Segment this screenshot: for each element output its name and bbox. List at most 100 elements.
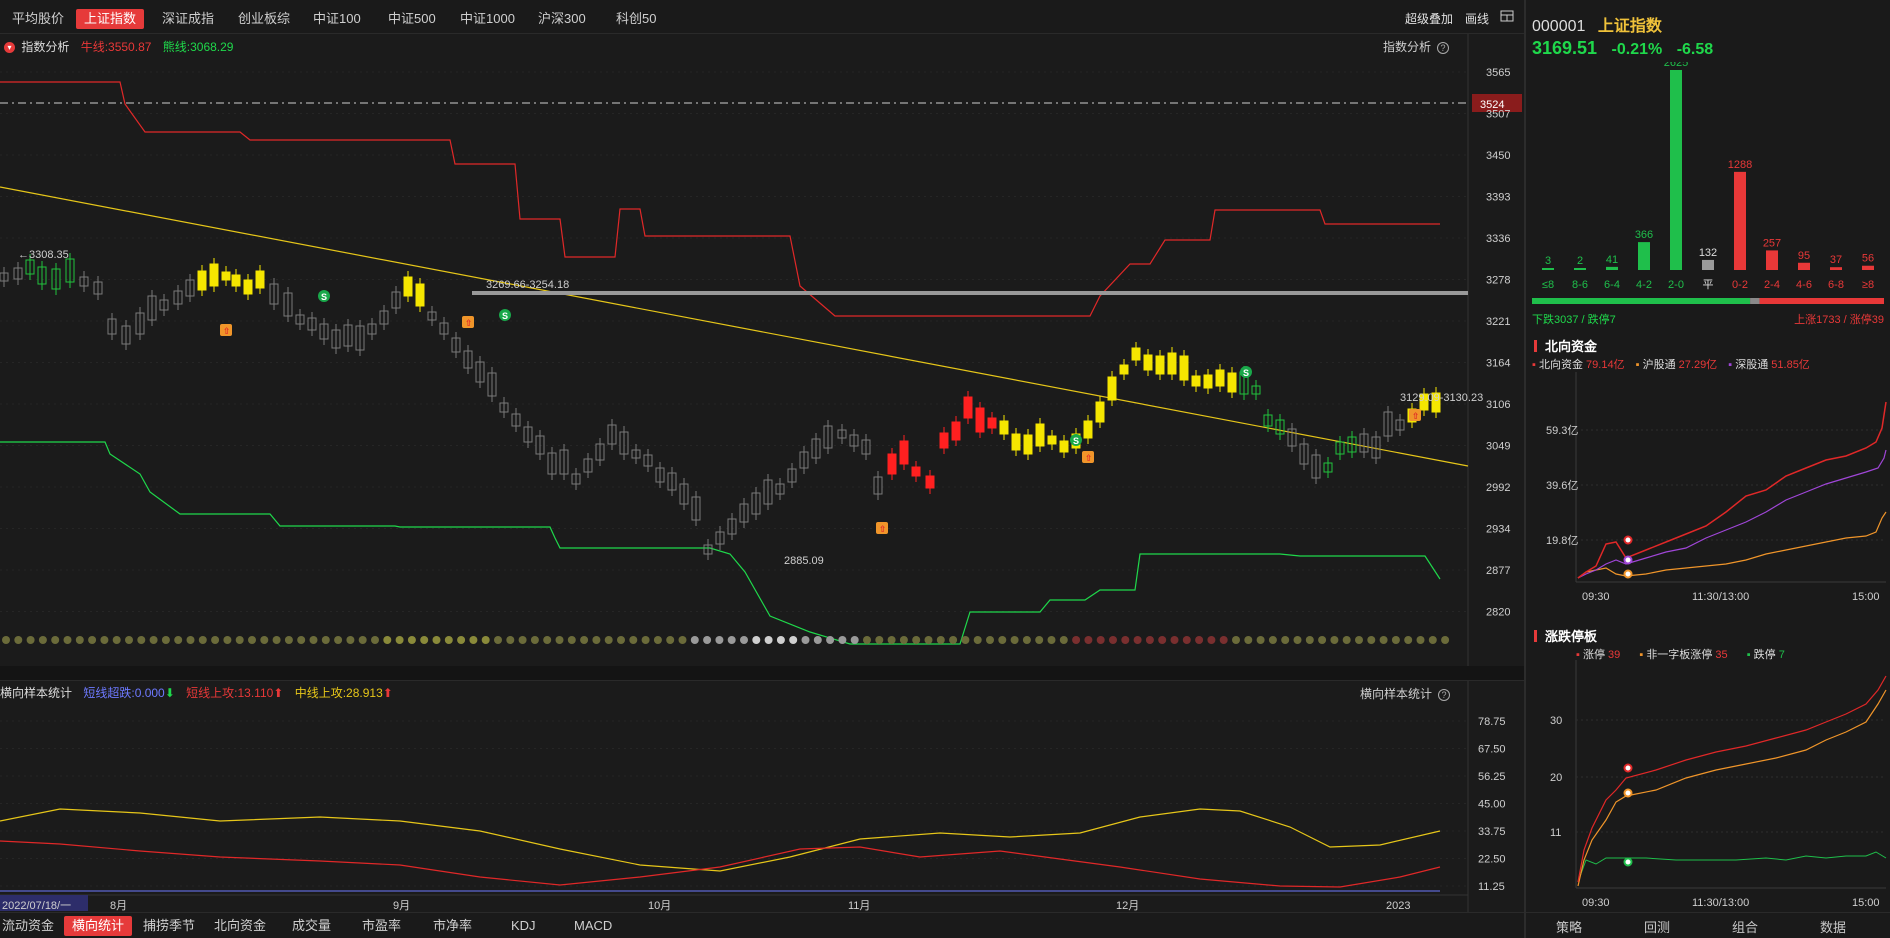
candle [1095,401,1105,423]
signal-dot [629,636,638,644]
signal-dot [1244,636,1253,644]
signal-dot [75,636,84,644]
candle [987,417,997,429]
y-tick-label: 3336 [1486,233,1510,245]
sub-x-label: 2022/07/18/一 [2,900,71,912]
pct-change: -0.21% [1611,41,1663,58]
signal-dot [875,636,884,644]
distribution-bin: ≥8 [1862,279,1874,291]
tab-chinext[interactable]: 创业板综 [230,9,298,29]
tab-northbound[interactable]: 北向资金 [206,916,274,936]
candle [951,421,961,441]
signal-dot [321,636,330,644]
tab-csi1000[interactable]: 中证1000 [452,9,523,29]
candle [403,276,413,297]
y-tick-label: 3049 [1486,441,1510,453]
sample-stat-chart[interactable]: 78.75 67.50 56.25 45.00 33.75 22.50 11.25 2022… [0,681,1524,913]
tab-fishing-season[interactable]: 捕捞季节 [135,916,203,936]
distribution-bin: 8-6 [1572,279,1588,291]
signal-dot [1219,636,1228,644]
tab-csi500[interactable]: 中证500 [380,9,444,29]
signal-dot [1170,636,1179,644]
candle [209,263,219,287]
signal-dot [1379,636,1388,644]
signal-dot [1318,636,1327,644]
tab-macd[interactable]: MACD [566,916,620,936]
sub-y-tick: 33.75 [1478,826,1506,838]
signal-dot [125,636,133,644]
tab-portfolio[interactable]: 组合 [1732,917,1758,936]
tab-csi300[interactable]: 沪深300 [530,9,594,29]
tab-volume[interactable]: 成交量 [284,916,339,936]
distribution-value: 1288 [1728,159,1752,171]
sub-x-label: 12月 [1116,900,1139,912]
sub-y-tick: 56.25 [1478,771,1506,783]
signal-dot [432,636,441,644]
lb-xlabel: 15:00 [1852,897,1880,909]
distribution-bin: 2-4 [1764,279,1780,291]
svg-text:S: S [1073,436,1079,446]
signal-dot [949,636,958,644]
distribution-value: 41 [1606,254,1618,266]
distribution-bar [1606,266,1618,270]
signal-dot [481,636,490,644]
distribution-value: 2625 [1664,62,1688,69]
signal-dot [88,636,97,644]
distribution-bar [1542,268,1554,270]
distribution-bin: 4-2 [1636,279,1652,291]
candle [415,283,425,307]
signal-dot [838,636,847,644]
signal-dot [506,636,515,644]
tab-flow-funds[interactable]: 流动资金 [0,916,62,936]
northbound-line-chart[interactable]: 59.3亿 39.6亿 19.8亿 09:30 11:30/13:00 15:0… [1526,372,1890,612]
sub-y-tick: 45.00 [1478,799,1506,811]
overlay-button[interactable]: 超级叠加 [1405,9,1453,29]
candlestick-chart[interactable]: 3524 35653507345033933336327832213164310… [0,34,1524,666]
tab-csi100[interactable]: 中证100 [305,9,369,29]
signal-dot [715,636,724,644]
grid-icon[interactable] [1500,9,1514,29]
candle [1131,347,1141,361]
signal-dot [1268,636,1277,644]
tab-kdj[interactable]: KDJ [503,916,544,936]
candle [911,466,921,477]
tab-shanghai-index[interactable]: 上证指数 [76,9,145,29]
signal-dot [850,636,859,644]
limit-board-chart[interactable]: 30 20 11 09:30 11:30/13:00 15:00 [1526,660,1890,910]
tab-pb[interactable]: 市净率 [425,916,480,936]
signal-dot [740,636,748,644]
signal-dot [727,636,736,644]
signal-dot [149,636,158,644]
signal-dot [161,636,170,644]
signal-dot [604,636,613,644]
distribution-value: 2 [1577,255,1583,267]
svg-text:⇧: ⇧ [1085,453,1093,463]
signal-dot [198,636,207,644]
candle [887,453,897,475]
signal-dot [420,636,429,644]
tab-strategy[interactable]: 策略 [1556,917,1582,936]
tab-backtest[interactable]: 回测 [1644,917,1670,936]
y-tick-label: 2877 [1486,565,1510,577]
draw-button[interactable]: 画线 [1465,9,1489,29]
signal-dot [309,636,318,644]
signal-dot [26,636,35,644]
sub-x-label: 10月 [648,900,671,912]
tab-pe[interactable]: 市盈率 [354,916,409,936]
candle [1119,364,1129,375]
nb-ytick: 39.6亿 [1546,479,1578,492]
rise-fall-distribution-chart[interactable]: 3 ≤8 2 8-6 41 6-4 366 4-2 2625 2-0 132 平 1288 0-2 257 2… [1526,62,1890,322]
tab-horizontal-stats[interactable]: 横向统计 [64,916,133,936]
signal-dot [1330,636,1339,644]
tab-data[interactable]: 数据 [1820,917,1846,936]
signal-dot [1207,636,1216,644]
tab-shenzhen-index[interactable]: 深证成指 [154,9,222,29]
quote-values: 3169.51 -0.21% -6.58 [1532,38,1713,59]
signal-dot [248,636,256,644]
nb-ytick: 59.3亿 [1546,424,1578,437]
tab-avg-price[interactable]: 平均股价 [4,9,72,29]
signal-dot [1416,636,1425,644]
candle [221,271,231,281]
signal-dot [690,636,699,644]
tab-star50[interactable]: 科创50 [608,9,664,29]
